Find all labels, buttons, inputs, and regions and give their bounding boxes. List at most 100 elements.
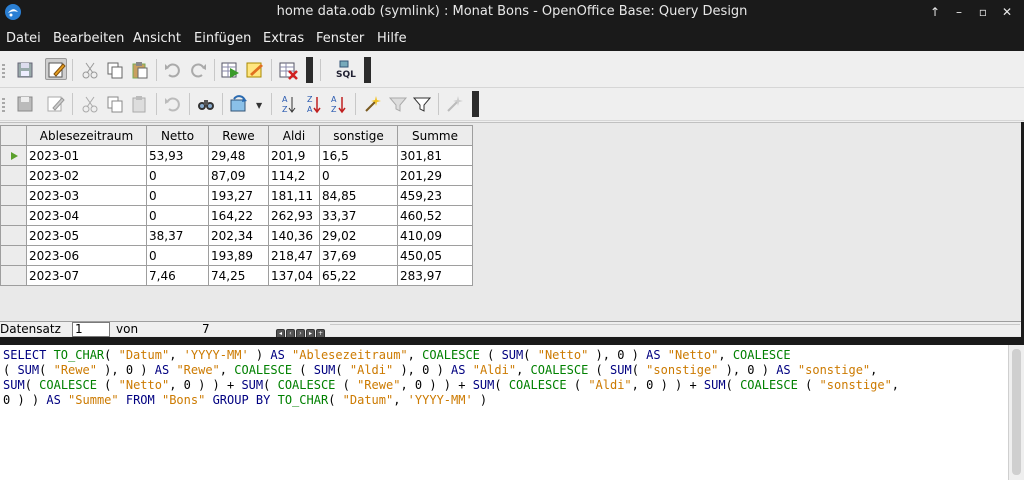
- sort-ascending-icon[interactable]: AZ: [278, 93, 300, 115]
- table-cell[interactable]: 193,89: [208, 245, 269, 266]
- sort-descending-icon[interactable]: ZA: [303, 93, 325, 115]
- column-header-ablesezeitraum[interactable]: Ablesezeitraum: [26, 125, 147, 146]
- table-row[interactable]: 2023-03 0 193,27 181,11 84,85 459,23: [0, 185, 473, 206]
- redo-icon[interactable]: [187, 59, 209, 81]
- keep-above-button[interactable]: ↑: [926, 3, 944, 21]
- table-row[interactable]: 2023-02 0 87,09 114,2 0 201,29: [0, 165, 473, 186]
- table-cell[interactable]: 0: [319, 165, 398, 186]
- remove-filter-icon[interactable]: [444, 93, 466, 115]
- row-header[interactable]: [0, 245, 27, 266]
- table-cell[interactable]: 410,09: [397, 225, 473, 246]
- edit-mode-icon[interactable]: [45, 58, 67, 80]
- row-header[interactable]: [0, 145, 27, 166]
- toolbar-grip[interactable]: [2, 96, 8, 114]
- clear-query-icon[interactable]: [277, 59, 299, 81]
- menu-extras[interactable]: Extras: [263, 31, 304, 46]
- edit-data-icon[interactable]: [45, 93, 67, 115]
- table-cell[interactable]: 137,04: [268, 265, 320, 286]
- record-number-field[interactable]: 1: [72, 322, 110, 337]
- table-cell[interactable]: 2023-01: [26, 145, 147, 166]
- row-header[interactable]: [0, 225, 27, 246]
- horizontal-scrollbar[interactable]: [330, 324, 1020, 335]
- run-query-icon[interactable]: [219, 59, 241, 81]
- table-cell[interactable]: 2023-07: [26, 265, 147, 286]
- menu-einfuegen[interactable]: Einfügen: [194, 31, 251, 46]
- table-cell[interactable]: 114,2: [268, 165, 320, 186]
- cut-icon[interactable]: [79, 59, 101, 81]
- minimize-button[interactable]: –: [950, 3, 968, 21]
- table-cell[interactable]: 164,22: [208, 205, 269, 226]
- select-all-corner[interactable]: [0, 125, 27, 146]
- row-header[interactable]: [0, 165, 27, 186]
- table-cell[interactable]: 459,23: [397, 185, 473, 206]
- autofilter-icon[interactable]: [362, 93, 384, 115]
- refresh-icon[interactable]: [228, 93, 250, 115]
- menu-bearbeiten[interactable]: Bearbeiten: [53, 31, 124, 46]
- table-row[interactable]: 2023-06 0 193,89 218,47 37,69 450,05: [0, 245, 473, 266]
- table-cell[interactable]: 202,34: [208, 225, 269, 246]
- table-cell[interactable]: 0: [146, 245, 209, 266]
- menu-hilfe[interactable]: Hilfe: [377, 31, 407, 46]
- table-cell[interactable]: 29,02: [319, 225, 398, 246]
- column-header-netto[interactable]: Netto: [146, 125, 209, 146]
- table-cell[interactable]: 29,48: [208, 145, 269, 166]
- row-header[interactable]: [0, 205, 27, 226]
- maximize-button[interactable]: ▫: [974, 3, 992, 21]
- pane-splitter[interactable]: [0, 337, 1024, 345]
- toolbar-overflow-handle[interactable]: [364, 57, 371, 83]
- table-cell[interactable]: 181,11: [268, 185, 320, 206]
- find-record-icon[interactable]: [195, 93, 217, 115]
- undo-record-icon[interactable]: [162, 93, 184, 115]
- table-cell[interactable]: 283,97: [397, 265, 473, 286]
- sql-vertical-scrollbar[interactable]: [1008, 345, 1024, 480]
- sql-icon[interactable]: SQL: [334, 59, 356, 81]
- table-cell[interactable]: 2023-06: [26, 245, 147, 266]
- sort-icon[interactable]: AZ: [328, 93, 350, 115]
- table-cell[interactable]: 2023-02: [26, 165, 147, 186]
- toolbar-overflow-handle[interactable]: [472, 91, 479, 117]
- standard-filter-icon[interactable]: [387, 93, 409, 115]
- table-cell[interactable]: 74,25: [208, 265, 269, 286]
- menu-datei[interactable]: Datei: [6, 31, 41, 46]
- table-cell[interactable]: 218,47: [268, 245, 320, 266]
- table-cell[interactable]: 0: [146, 205, 209, 226]
- apply-filter-icon[interactable]: [411, 93, 433, 115]
- table-cell[interactable]: 16,5: [319, 145, 398, 166]
- table-cell[interactable]: 7,46: [146, 265, 209, 286]
- save-icon[interactable]: [14, 59, 36, 81]
- table-row[interactable]: 2023-07 7,46 74,25 137,04 65,22 283,97: [0, 265, 473, 286]
- table-cell[interactable]: 84,85: [319, 185, 398, 206]
- table-cell[interactable]: 193,27: [208, 185, 269, 206]
- scrollbar-thumb[interactable]: [1012, 349, 1021, 475]
- row-header[interactable]: [0, 185, 27, 206]
- menu-fenster[interactable]: Fenster: [316, 31, 364, 46]
- table-cell[interactable]: 2023-03: [26, 185, 147, 206]
- table-cell[interactable]: 33,37: [319, 205, 398, 226]
- column-header-summe[interactable]: Summe: [397, 125, 473, 146]
- table-cell[interactable]: 0: [146, 185, 209, 206]
- toolbar-grip[interactable]: [2, 62, 8, 80]
- table-cell[interactable]: 460,52: [397, 205, 473, 226]
- table-cell[interactable]: 38,37: [146, 225, 209, 246]
- menu-ansicht[interactable]: Ansicht: [133, 31, 181, 46]
- table-cell[interactable]: 201,29: [397, 165, 473, 186]
- refresh-dropdown-arrow[interactable]: ▼: [256, 102, 264, 110]
- table-cell[interactable]: 201,9: [268, 145, 320, 166]
- toolbar-overflow-handle[interactable]: [306, 57, 313, 83]
- table-cell[interactable]: 450,05: [397, 245, 473, 266]
- sql-editor[interactable]: SELECT TO_CHAR( "Datum", 'YYYY-MM' ) AS …: [0, 345, 1008, 480]
- table-cell[interactable]: 37,69: [319, 245, 398, 266]
- save-record-icon[interactable]: [14, 93, 36, 115]
- row-header[interactable]: [0, 265, 27, 286]
- copy-icon[interactable]: [104, 93, 126, 115]
- column-header-sonstige[interactable]: sonstige: [319, 125, 398, 146]
- table-cell[interactable]: 301,81: [397, 145, 473, 166]
- undo-icon[interactable]: [162, 59, 184, 81]
- table-cell[interactable]: 65,22: [319, 265, 398, 286]
- table-cell[interactable]: 2023-05: [26, 225, 147, 246]
- paste-icon[interactable]: [129, 59, 151, 81]
- copy-icon[interactable]: [104, 59, 126, 81]
- table-row[interactable]: 2023-01 53,93 29,48 201,9 16,5 301,81: [0, 145, 473, 166]
- table-row[interactable]: 2023-05 38,37 202,34 140,36 29,02 410,09: [0, 225, 473, 246]
- table-cell[interactable]: 0: [146, 165, 209, 186]
